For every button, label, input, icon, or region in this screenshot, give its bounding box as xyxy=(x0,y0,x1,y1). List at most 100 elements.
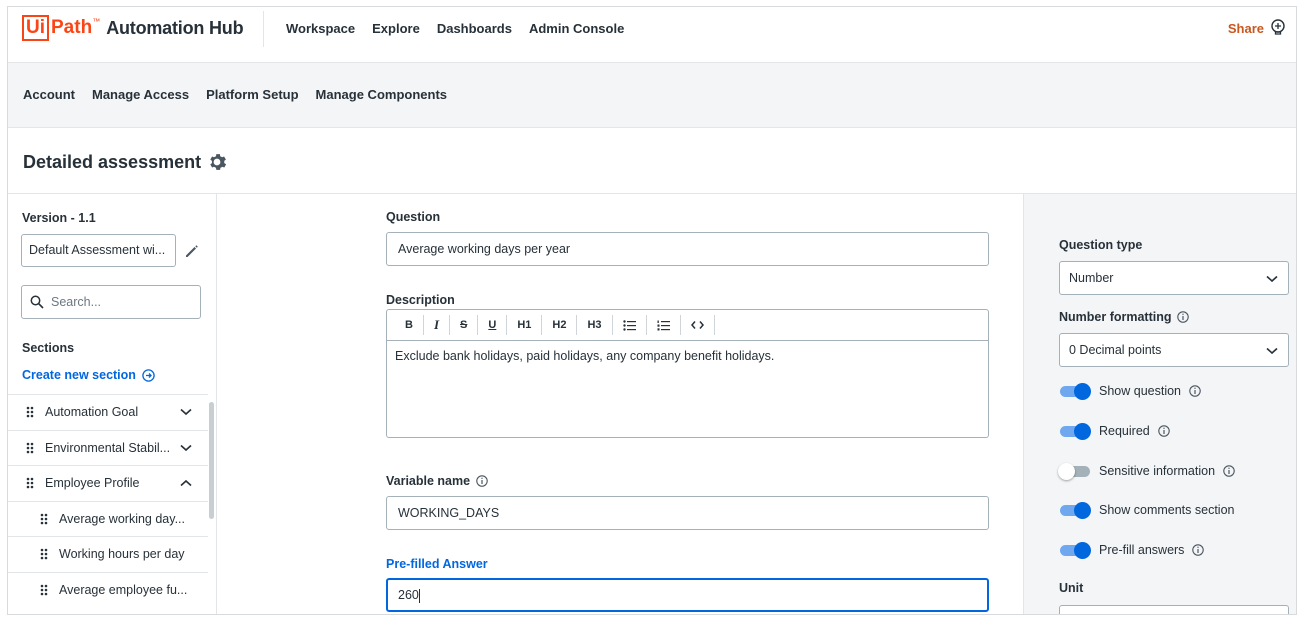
description-editor: B I S U H1 H2 H3 Exclude bank holidays, … xyxy=(386,309,989,438)
subnav-platform-setup[interactable]: Platform Setup xyxy=(206,87,298,102)
subnav-account[interactable]: Account xyxy=(23,87,75,102)
question-type-select[interactable]: Number xyxy=(1059,261,1289,295)
code-button[interactable] xyxy=(681,315,715,335)
toggle-sensitive-information[interactable]: Sensitive information xyxy=(1058,463,1235,480)
drag-handle-icon[interactable] xyxy=(40,548,48,560)
toggle-label: Sensitive information xyxy=(1099,464,1216,478)
toggle-switch[interactable] xyxy=(1059,383,1091,400)
number-formatting-select[interactable]: 0 Decimal points xyxy=(1059,333,1289,367)
assessment-version-select[interactable]: Default Assessment wi... xyxy=(21,234,176,267)
heading2-button[interactable]: H2 xyxy=(542,315,578,335)
chevron-up-icon[interactable] xyxy=(180,479,192,487)
number-formatting-text: Number formatting xyxy=(1059,310,1172,324)
nav-admin-console[interactable]: Admin Console xyxy=(529,21,624,36)
toggle-label: Pre-fill answers xyxy=(1099,543,1185,557)
question-editor: Question Average working days per year D… xyxy=(217,194,1023,614)
prefilled-answer-value: 260 xyxy=(398,588,419,602)
create-section-label: Create new section xyxy=(22,368,136,382)
info-icon[interactable] xyxy=(1192,544,1205,556)
question-item-working-hours[interactable]: Working hours per day xyxy=(8,536,208,572)
editor-toolbar: B I S U H1 H2 H3 xyxy=(387,310,988,341)
strikethrough-button[interactable]: S xyxy=(450,315,479,335)
question-label: Average employee fu... xyxy=(59,582,188,597)
section-list: Automation Goal Environmental Stabil... … xyxy=(8,394,208,607)
nav-dashboards[interactable]: Dashboards xyxy=(437,21,512,36)
info-icon[interactable] xyxy=(1223,465,1235,477)
info-icon[interactable] xyxy=(476,475,488,487)
drag-handle-icon[interactable] xyxy=(40,584,48,596)
chevron-down-icon[interactable] xyxy=(180,408,192,416)
code-icon xyxy=(690,321,704,329)
page-title: Detailed assessment xyxy=(23,152,202,172)
info-icon[interactable] xyxy=(1176,311,1189,323)
search-input[interactable] xyxy=(51,292,191,312)
version-label: Version - 1.1 xyxy=(22,211,96,225)
toggle-show-question[interactable]: Show question xyxy=(1059,383,1201,400)
nav-explore[interactable]: Explore xyxy=(372,21,420,36)
drag-handle-icon[interactable] xyxy=(40,513,48,525)
toggle-required[interactable]: Required xyxy=(1059,423,1170,440)
toggle-switch[interactable] xyxy=(1059,502,1091,519)
product-name: Automation Hub xyxy=(106,17,244,38)
variable-name-input[interactable]: WORKING_DAYS xyxy=(386,496,989,530)
unit-input[interactable] xyxy=(1059,605,1289,614)
bold-icon: B xyxy=(405,319,413,331)
section-item-automation-goal[interactable]: Automation Goal xyxy=(8,394,208,430)
gear-icon[interactable] xyxy=(208,153,228,173)
header-divider xyxy=(263,11,264,47)
toggle-switch[interactable] xyxy=(1059,542,1091,559)
h1-icon: H1 xyxy=(517,319,532,331)
logo-tm: ™ xyxy=(92,17,101,26)
subnav-manage-access[interactable]: Manage Access xyxy=(92,87,189,102)
prefilled-answer-label: Pre-filled Answer xyxy=(386,557,488,571)
nav-workspace[interactable]: Workspace xyxy=(286,21,355,36)
question-type-label: Question type xyxy=(1059,238,1143,252)
bullet-list-button[interactable] xyxy=(613,315,647,335)
numbered-list-button[interactable] xyxy=(647,315,681,335)
pencil-icon[interactable] xyxy=(184,243,200,259)
underline-icon: U xyxy=(488,319,497,331)
section-item-environmental-stability[interactable]: Environmental Stabil... xyxy=(8,429,208,466)
section-item-employee-profile[interactable]: Employee Profile xyxy=(8,465,208,501)
create-section-link[interactable]: Create new section xyxy=(22,368,155,382)
subnav-manage-components[interactable]: Manage Components xyxy=(316,87,447,102)
italic-button[interactable]: I xyxy=(424,315,451,335)
title-bar: Detailed assessment xyxy=(8,128,1296,194)
italic-icon: I xyxy=(433,317,440,332)
drag-handle-icon[interactable] xyxy=(26,477,34,489)
share-button[interactable]: Share xyxy=(1228,19,1286,37)
toggle-label: Required xyxy=(1099,424,1150,438)
info-icon[interactable] xyxy=(1189,385,1201,397)
search-icon xyxy=(30,295,44,309)
uipath-logo[interactable]: Ui Path ™ Automation Hub xyxy=(22,13,244,43)
toggle-switch[interactable] xyxy=(1058,463,1091,480)
question-label: Question xyxy=(386,210,441,224)
app-window: Ui Path ™ Automation Hub Workspace Explo… xyxy=(7,6,1297,615)
question-item-average-working-days[interactable]: Average working day... xyxy=(8,500,208,537)
toggle-prefill-answers[interactable]: Pre-fill answers xyxy=(1059,542,1205,559)
prefilled-answer-input[interactable]: 260 xyxy=(386,578,989,612)
numbered-list-icon xyxy=(657,320,670,330)
heading1-button[interactable]: H1 xyxy=(507,315,543,335)
heading3-button[interactable]: H3 xyxy=(577,315,613,335)
question-input[interactable]: Average working days per year xyxy=(386,232,989,266)
description-text[interactable]: Exclude bank holidays, paid holidays, an… xyxy=(387,341,988,371)
section-label: Employee Profile xyxy=(45,476,140,491)
toggle-switch[interactable] xyxy=(1059,423,1091,440)
info-icon[interactable] xyxy=(1157,425,1170,437)
sections-heading: Sections xyxy=(22,341,75,355)
add-circle-icon xyxy=(142,368,155,382)
drag-handle-icon[interactable] xyxy=(26,442,34,454)
sidebar-scrollbar[interactable] xyxy=(209,402,214,519)
number-formatting-value: 0 Decimal points xyxy=(1069,343,1162,357)
share-label: Share xyxy=(1227,20,1264,36)
underline-button[interactable]: U xyxy=(478,315,508,335)
drag-handle-icon[interactable] xyxy=(26,406,34,418)
chevron-down-icon[interactable] xyxy=(180,444,192,452)
question-label: Average working day... xyxy=(59,511,185,526)
lightbulb-icon xyxy=(1271,19,1285,35)
toggle-show-comments[interactable]: Show comments section xyxy=(1059,502,1234,519)
bold-button[interactable]: B xyxy=(395,315,424,335)
question-item-average-employee[interactable]: Average employee fu... xyxy=(8,571,208,608)
toggle-label: Show question xyxy=(1099,384,1182,398)
